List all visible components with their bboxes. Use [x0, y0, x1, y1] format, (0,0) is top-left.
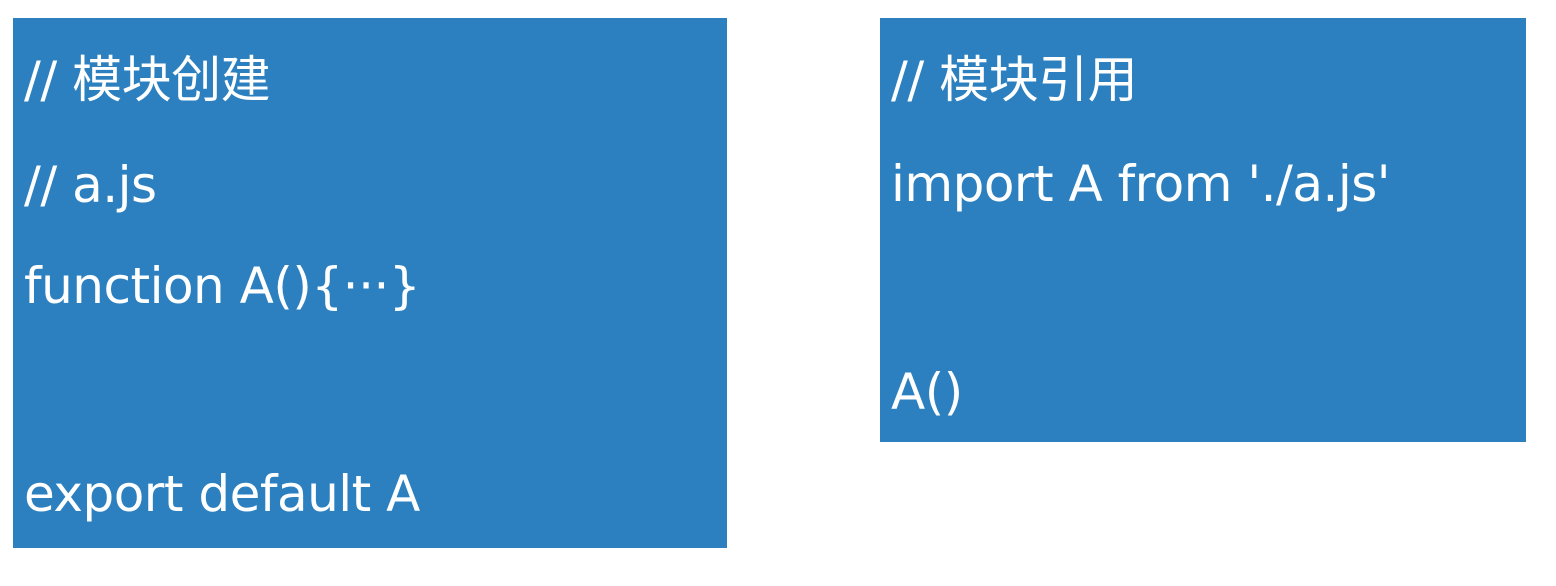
module-create-comment: // 模块创建 [24, 51, 271, 109]
import-statement-line: import A from './a.js' [891, 155, 1391, 213]
function-declaration-line: function A(){···} [24, 257, 421, 315]
module-import-panel: // 模块引用 import A from './a.js' A() [880, 18, 1526, 442]
export-default-line: export default A [24, 465, 420, 523]
function-call-line: A() [891, 363, 963, 421]
filename-comment: // a.js [24, 156, 157, 214]
module-import-comment: // 模块引用 [891, 51, 1138, 109]
module-create-panel: // 模块创建 // a.js function A(){···} export… [13, 18, 727, 548]
